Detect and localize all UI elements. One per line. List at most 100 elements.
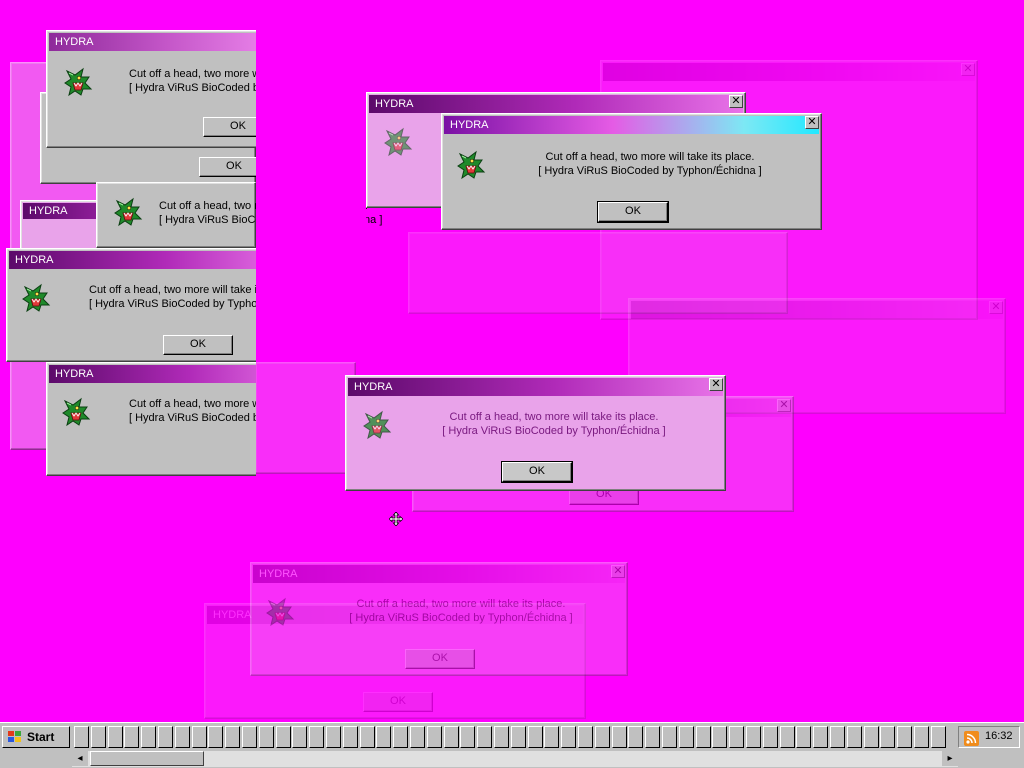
message-text: Cut off a head, two more will take its p… <box>482 150 818 178</box>
taskbar-window-button[interactable] <box>74 726 89 748</box>
taskbar-window-button[interactable] <box>595 726 610 748</box>
taskbar-window-button[interactable] <box>729 726 744 748</box>
scroll-left-button[interactable]: ◂ <box>72 751 88 766</box>
taskbar-window-button[interactable] <box>612 726 627 748</box>
taskbar-window-button[interactable] <box>847 726 862 748</box>
taskbar-window-button[interactable] <box>208 726 223 748</box>
dialog-title: HYDRA <box>29 205 68 217</box>
dialog-titlebar <box>603 63 975 81</box>
taskbar-window-button[interactable] <box>276 726 291 748</box>
message-line-2: [ Hydra ViRuS BioCoded by Typhon/Échidna… <box>349 612 573 624</box>
taskbar-window-button[interactable] <box>141 726 156 748</box>
taskbar-window-button[interactable] <box>763 726 778 748</box>
taskbar-window-button[interactable] <box>544 726 559 748</box>
dialog-titlebar: HYDRA <box>49 33 283 51</box>
taskbar-scrollbar[interactable]: ◂ ▸ <box>72 750 958 767</box>
ok-button[interactable]: OK <box>597 201 669 223</box>
task-buttons <box>74 726 954 748</box>
close-button[interactable]: ✕ <box>709 378 723 391</box>
dragon-icon <box>19 281 53 315</box>
start-button[interactable]: Start <box>2 726 70 748</box>
taskbar-window-button[interactable] <box>225 726 240 748</box>
taskbar-window-button[interactable] <box>746 726 761 748</box>
taskbar-window-button[interactable] <box>460 726 475 748</box>
dialog-titlebar: HYDRA <box>9 251 293 269</box>
move-cursor-icon <box>388 511 404 527</box>
ok-button[interactable]: OK <box>501 461 573 483</box>
close-button[interactable]: ✕ <box>611 565 625 578</box>
rss-feed-icon[interactable] <box>964 731 979 746</box>
taskbar-window-button[interactable] <box>477 726 492 748</box>
taskbar-window-button[interactable] <box>444 726 459 748</box>
taskbar-window-button[interactable] <box>376 726 391 748</box>
message-line-2: [ Hydra ViRuS BioCoded by Typhon/Échidna… <box>442 425 666 437</box>
taskbar-window-button[interactable] <box>158 726 173 748</box>
ok-button[interactable]: OK <box>405 649 475 669</box>
ghost-dialog: HYDRA ✕ Cut off a head, two more will ta… <box>250 562 628 676</box>
stacked-dialog: Cut off a head, two more will take its p… <box>96 182 382 248</box>
taskbar-window-button[interactable] <box>528 726 543 748</box>
dialog-title: HYDRA <box>354 381 393 393</box>
dialog-title: HYDRA <box>450 119 489 131</box>
taskbar-window-button[interactable] <box>645 726 660 748</box>
close-button[interactable]: ✕ <box>989 301 1003 314</box>
close-button[interactable]: ✕ <box>777 399 791 412</box>
taskbar-window-button[interactable] <box>931 726 946 748</box>
taskbar-window-button[interactable] <box>326 726 341 748</box>
scroll-right-button[interactable]: ▸ <box>942 751 958 766</box>
taskbar-window-button[interactable] <box>578 726 593 748</box>
ghost-dialog <box>408 232 788 314</box>
dialog-title: HYDRA <box>15 254 54 266</box>
message-text: Cut off a head, two more will take its p… <box>386 410 722 438</box>
taskbar-window-button[interactable] <box>393 726 408 748</box>
taskbar-window-button[interactable] <box>410 726 425 748</box>
taskbar-window-button[interactable] <box>813 726 828 748</box>
taskbar-window-button[interactable] <box>712 726 727 748</box>
taskbar: Start 16:32 ◂ ▸ <box>0 722 1024 768</box>
hydra-dialog-top-left: HYDRA Cut off a head, two more will take… <box>46 30 352 148</box>
hydra-dialog-mid-left: HYDRA Cut off a head, two more will take… <box>6 248 312 362</box>
dragon-icon <box>381 125 415 159</box>
taskbar-window-button[interactable] <box>830 726 845 748</box>
ok-button[interactable]: OK <box>363 692 433 712</box>
dragon-icon <box>59 395 93 429</box>
taskbar-window-button[interactable] <box>427 726 442 748</box>
message-line-1: Cut off a head, two more will take its p… <box>545 151 755 163</box>
taskbar-window-button[interactable] <box>796 726 811 748</box>
taskbar-window-button[interactable] <box>192 726 207 748</box>
taskbar-window-button[interactable] <box>309 726 324 748</box>
taskbar-window-button[interactable] <box>880 726 895 748</box>
taskbar-window-button[interactable] <box>696 726 711 748</box>
taskbar-window-button[interactable] <box>494 726 509 748</box>
ghost-dialog <box>256 362 356 474</box>
start-label: Start <box>27 730 55 744</box>
taskbar-window-button[interactable] <box>108 726 123 748</box>
taskbar-window-button[interactable] <box>360 726 375 748</box>
taskbar-window-button[interactable] <box>897 726 912 748</box>
taskbar-window-button[interactable] <box>343 726 358 748</box>
taskbar-window-button[interactable] <box>561 726 576 748</box>
ok-button[interactable]: OK <box>163 335 233 355</box>
close-button[interactable]: ✕ <box>805 116 819 129</box>
taskbar-window-button[interactable] <box>292 726 307 748</box>
taskbar-window-button[interactable] <box>511 726 526 748</box>
dialog-title: HYDRA <box>375 98 414 110</box>
taskbar-window-button[interactable] <box>914 726 929 748</box>
dialog-title: HYDRA <box>259 568 298 580</box>
dialog-title: HYDRA <box>213 609 252 621</box>
close-button[interactable]: ✕ <box>729 95 743 108</box>
taskbar-window-button[interactable] <box>780 726 795 748</box>
close-button[interactable]: ✕ <box>961 63 975 76</box>
taskbar-window-button[interactable] <box>242 726 257 748</box>
taskbar-window-button[interactable] <box>679 726 694 748</box>
taskbar-window-button[interactable] <box>124 726 139 748</box>
taskbar-window-button[interactable] <box>628 726 643 748</box>
taskbar-window-button[interactable] <box>662 726 677 748</box>
taskbar-window-button[interactable] <box>864 726 879 748</box>
taskbar-window-button[interactable] <box>91 726 106 748</box>
dialog-titlebar: HYDRA <box>369 95 743 113</box>
taskbar-window-button[interactable] <box>175 726 190 748</box>
taskbar-window-button[interactable] <box>259 726 274 748</box>
message-text: Cut off a head, two more will take its p… <box>311 597 611 625</box>
scroll-thumb[interactable] <box>90 751 204 766</box>
